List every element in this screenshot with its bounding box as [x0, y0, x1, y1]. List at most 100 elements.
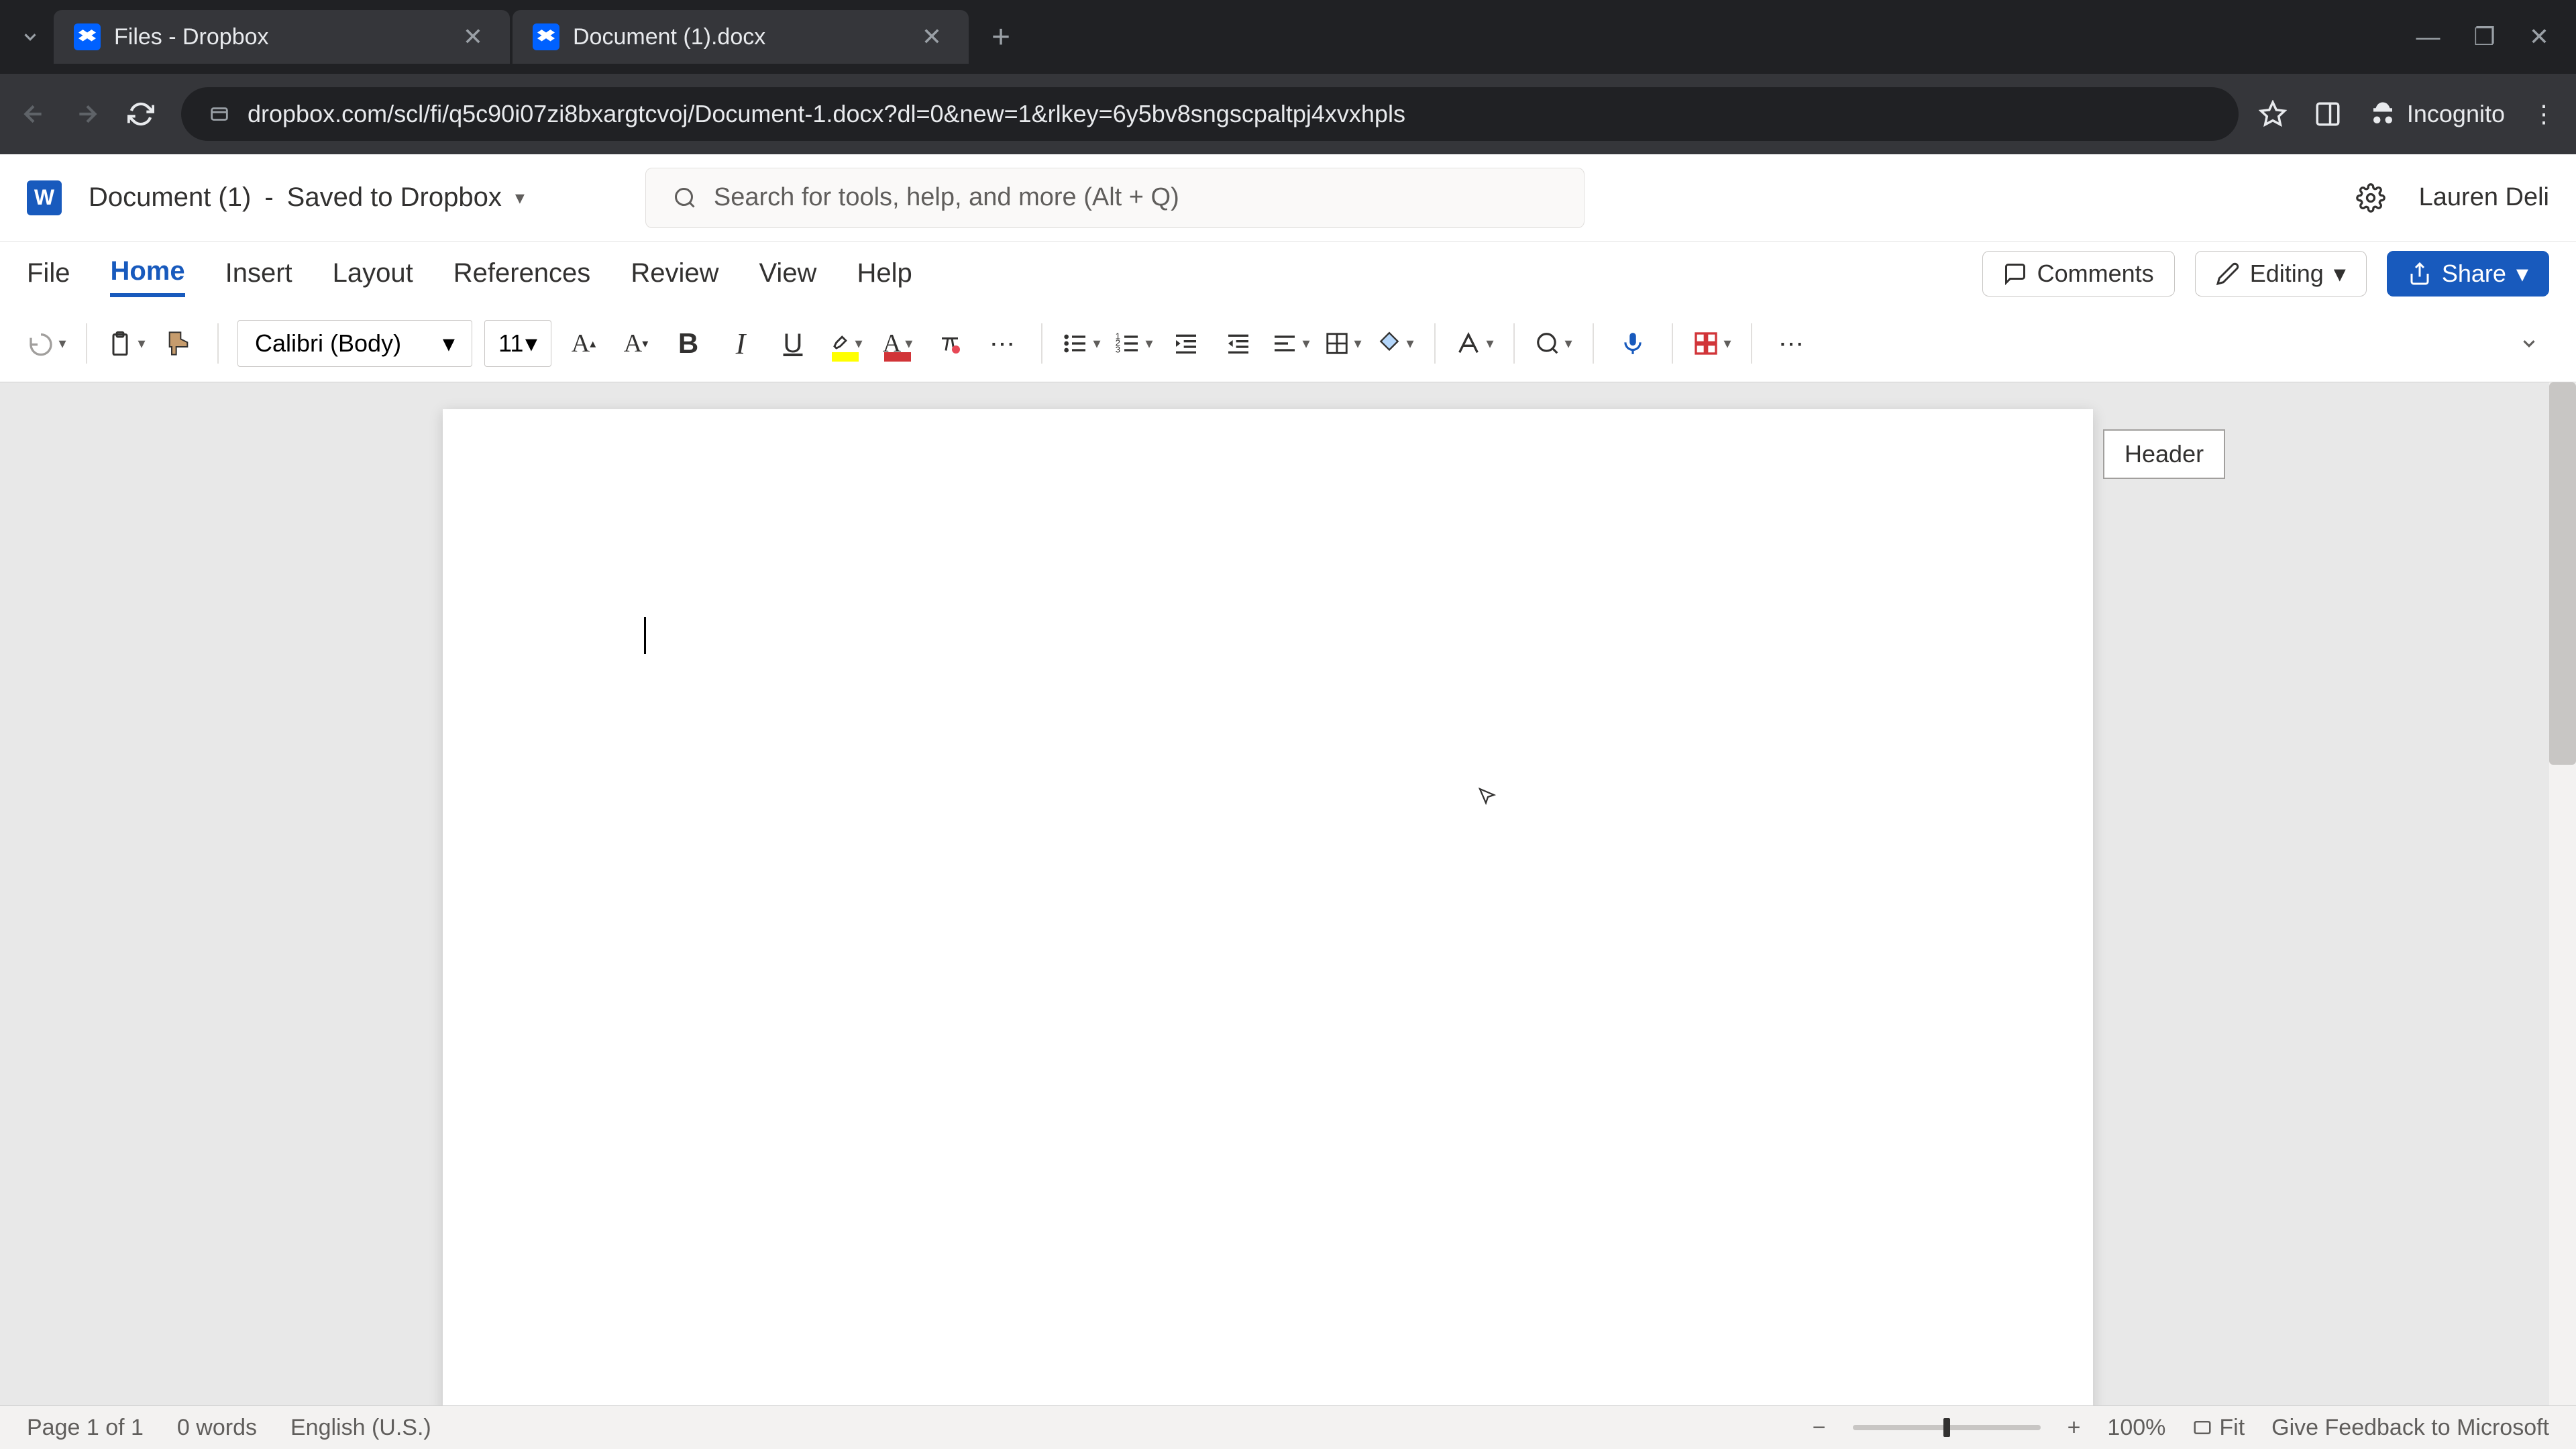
reload-button[interactable]	[127, 101, 161, 127]
scrollbar-thumb[interactable]	[2549, 382, 2576, 765]
zoom-in-button[interactable]: +	[2068, 1415, 2081, 1441]
font-color-button[interactable]: A ▾	[877, 320, 918, 367]
grow-font-button[interactable]: A▴	[564, 320, 604, 367]
share-button[interactable]: Share ▾	[2387, 251, 2549, 297]
close-window-icon[interactable]: ✕	[2529, 23, 2549, 51]
clear-formatting-button[interactable]	[930, 320, 970, 367]
search-input[interactable]: Search for tools, help, and more (Alt + …	[645, 168, 1585, 228]
tab-help[interactable]: Help	[857, 252, 912, 295]
home-toolbar: ▾ ▾ Calibri (Body) ▾ 11 ▾ A▴ A▾ B I U ▾ …	[0, 305, 2576, 382]
bookmark-icon[interactable]	[2259, 100, 2287, 128]
shading-button[interactable]: ▾	[1375, 320, 1415, 367]
language[interactable]: English (U.S.)	[290, 1415, 431, 1441]
dropbox-favicon-icon	[74, 23, 101, 50]
zoom-percent[interactable]: 100%	[2107, 1415, 2165, 1441]
borders-button[interactable]: ▾	[1323, 320, 1363, 367]
feedback-link[interactable]: Give Feedback to Microsoft	[2271, 1415, 2549, 1441]
page-info[interactable]: Page 1 of 1	[27, 1415, 144, 1441]
tab-title: Document (1).docx	[573, 24, 915, 50]
document-title[interactable]: Document (1) - Saved to Dropbox ▾	[89, 182, 525, 213]
font-size-value: 11	[498, 329, 523, 358]
chevron-down-icon: ▾	[2516, 260, 2528, 288]
header-badge[interactable]: Header	[2103, 429, 2225, 479]
increase-indent-button[interactable]	[1218, 320, 1258, 367]
url-text: dropbox.com/scl/fi/q5c90i07zi8bxargtcvoj…	[248, 100, 1405, 128]
toolbar-separator	[1593, 323, 1594, 364]
minimize-icon[interactable]: —	[2416, 23, 2440, 51]
back-button[interactable]	[20, 101, 54, 127]
comment-icon	[2003, 262, 2027, 286]
bold-button[interactable]: B	[668, 320, 708, 367]
ribbon-tabs: File Home Insert Layout References Revie…	[0, 241, 2576, 305]
tabs-list-button[interactable]	[7, 20, 54, 54]
format-painter-button[interactable]	[158, 320, 199, 367]
tab-review[interactable]: Review	[631, 252, 718, 295]
user-name[interactable]: Lauren Deli	[2419, 183, 2549, 212]
browser-tab-document[interactable]: Document (1).docx ✕	[513, 10, 969, 64]
search-placeholder: Search for tools, help, and more (Alt + …	[714, 183, 1179, 212]
highlight-button[interactable]: ▾	[825, 320, 865, 367]
font-name-value: Calibri (Body)	[255, 329, 401, 358]
tab-references[interactable]: References	[453, 252, 591, 295]
editing-label: Editing	[2250, 260, 2324, 288]
italic-button[interactable]: I	[720, 320, 761, 367]
underline-button[interactable]: U	[773, 320, 813, 367]
zoom-thumb[interactable]	[1943, 1418, 1950, 1437]
word-app-icon[interactable]: W	[27, 180, 62, 215]
find-button[interactable]: ▾	[1534, 320, 1574, 367]
forward-button[interactable]	[74, 101, 107, 127]
editor-button[interactable]: ▾	[1692, 320, 1732, 367]
font-name-select[interactable]: Calibri (Body) ▾	[237, 320, 472, 367]
vertical-scrollbar[interactable]	[2549, 382, 2576, 1405]
save-status: Saved to Dropbox	[287, 182, 502, 213]
tab-layout[interactable]: Layout	[333, 252, 413, 295]
url-bar[interactable]: dropbox.com/scl/fi/q5c90i07zi8bxargtcvoj…	[181, 87, 2239, 141]
tab-home[interactable]: Home	[110, 250, 184, 297]
tab-close-icon[interactable]: ✕	[456, 23, 490, 51]
zoom-slider[interactable]	[1853, 1425, 2041, 1430]
word-count[interactable]: 0 words	[177, 1415, 257, 1441]
comments-button[interactable]: Comments	[1982, 251, 2175, 297]
bullets-button[interactable]: ▾	[1061, 320, 1102, 367]
tab-close-icon[interactable]: ✕	[915, 23, 949, 51]
zoom-out-button[interactable]: −	[1813, 1415, 1826, 1441]
maximize-icon[interactable]: ❐	[2474, 23, 2496, 51]
collapse-ribbon-button[interactable]	[2509, 320, 2549, 367]
side-panel-icon[interactable]	[2314, 100, 2342, 128]
site-info-icon[interactable]	[208, 103, 231, 125]
toolbar-separator	[1513, 323, 1515, 364]
tab-insert[interactable]: Insert	[225, 252, 292, 295]
paste-button[interactable]: ▾	[106, 320, 146, 367]
fit-button[interactable]: Fit	[2192, 1415, 2245, 1441]
incognito-indicator[interactable]: Incognito	[2369, 100, 2505, 128]
settings-icon[interactable]	[2356, 183, 2385, 213]
dictate-button[interactable]	[1613, 320, 1653, 367]
styles-button[interactable]: ▾	[1454, 320, 1495, 367]
chevron-down-icon: ▾	[443, 329, 455, 358]
browser-tab-files[interactable]: Files - Dropbox ✕	[54, 10, 510, 64]
decrease-indent-button[interactable]	[1166, 320, 1206, 367]
undo-button[interactable]: ▾	[27, 320, 67, 367]
tab-title: Files - Dropbox	[114, 24, 456, 50]
new-tab-button[interactable]: +	[971, 19, 1030, 56]
tab-file[interactable]: File	[27, 252, 70, 295]
toolbar-separator	[1672, 323, 1673, 364]
chevron-down-icon: ▾	[2334, 260, 2346, 288]
chevron-down-icon[interactable]: ▾	[515, 186, 525, 209]
text-cursor	[644, 617, 646, 654]
search-icon	[673, 186, 697, 210]
tab-view[interactable]: View	[759, 252, 816, 295]
more-font-options-button[interactable]: ⋯	[982, 320, 1022, 367]
numbering-button[interactable]: 123 ▾	[1114, 320, 1154, 367]
more-options-button[interactable]: ⋯	[1771, 320, 1811, 367]
browser-menu-icon[interactable]: ⋮	[2532, 100, 2556, 128]
font-size-select[interactable]: 11 ▾	[484, 320, 551, 367]
browser-nav-bar: dropbox.com/scl/fi/q5c90i07zi8bxargtcvoj…	[0, 74, 2576, 154]
align-button[interactable]: ▾	[1271, 320, 1311, 367]
chevron-down-icon: ▾	[525, 329, 537, 358]
svg-text:3: 3	[1116, 344, 1120, 354]
editing-mode-button[interactable]: Editing ▾	[2195, 251, 2367, 297]
status-bar: Page 1 of 1 0 words English (U.S.) − + 1…	[0, 1405, 2576, 1449]
document-page[interactable]	[443, 409, 2093, 1405]
shrink-font-button[interactable]: A▾	[616, 320, 656, 367]
